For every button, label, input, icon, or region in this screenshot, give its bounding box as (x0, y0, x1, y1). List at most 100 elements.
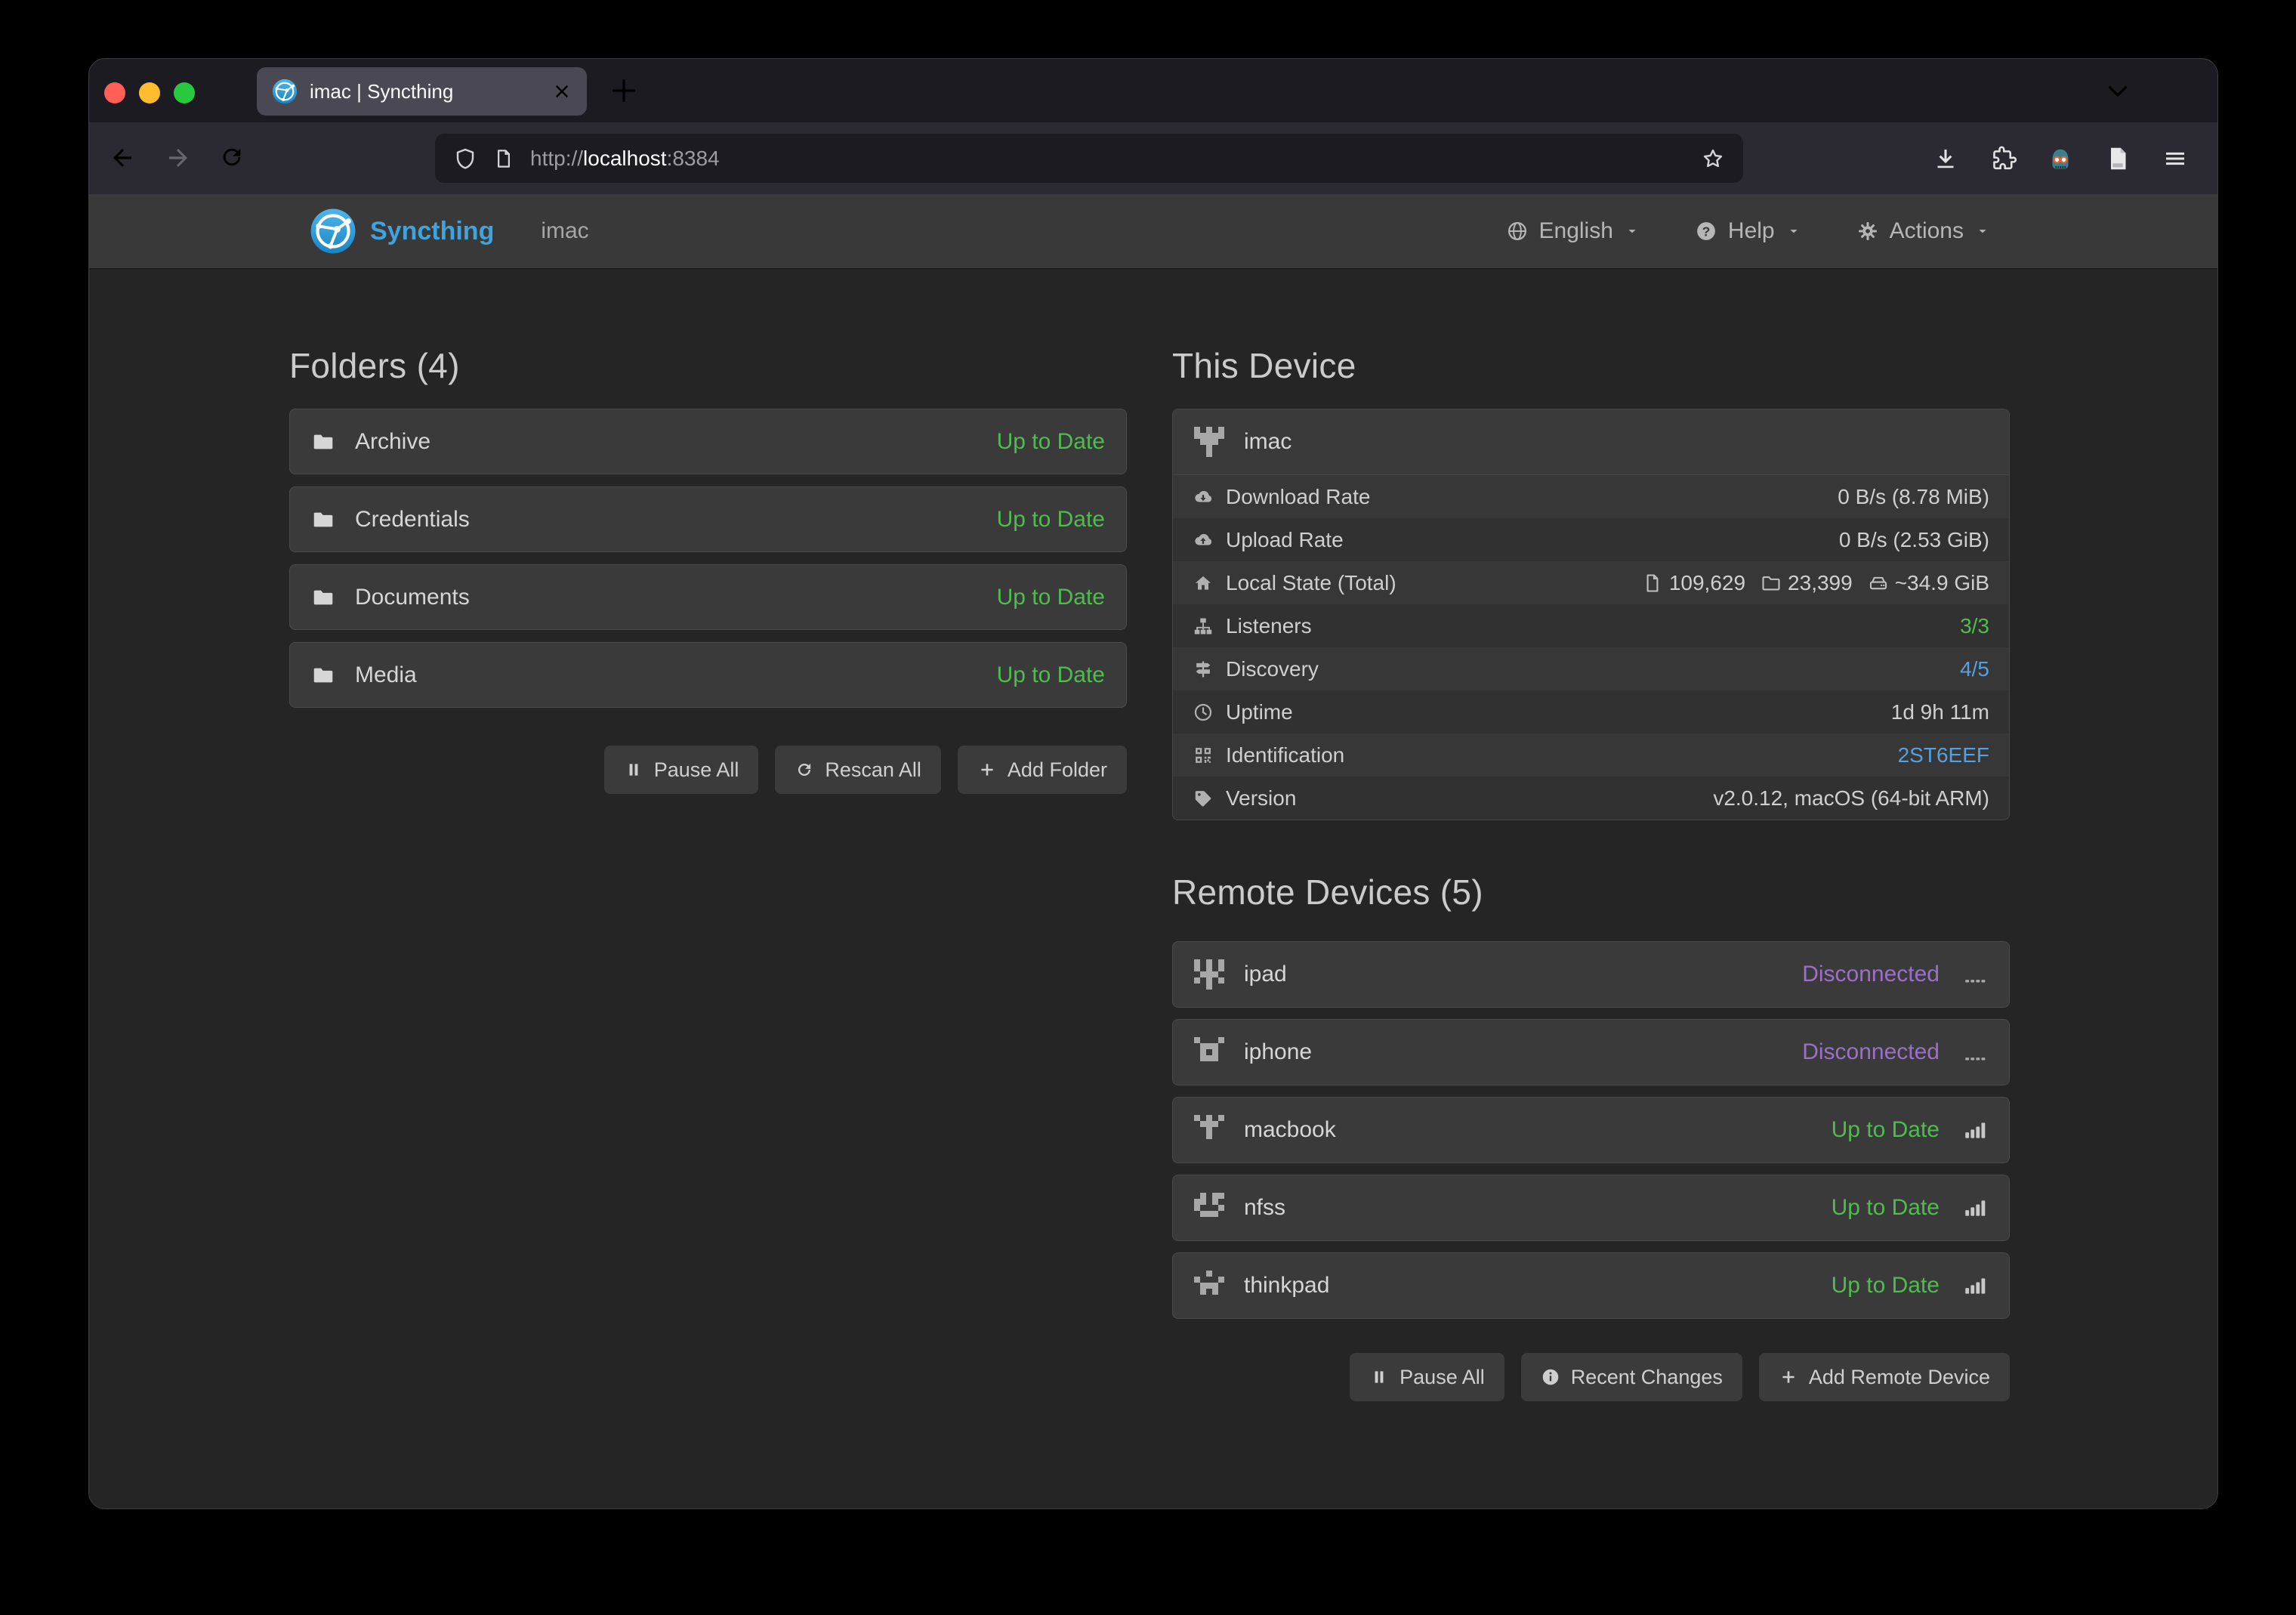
device-status-badge: Disconnected (1802, 1039, 1940, 1065)
stat-value[interactable]: 4/5 (1960, 657, 1989, 681)
stat-value[interactable]: 3/3 (1960, 614, 1989, 638)
syncthing-favicon (272, 79, 298, 104)
recent-changes-button[interactable]: Recent Changes (1521, 1353, 1742, 1401)
tracking-protection-shield-icon[interactable] (453, 147, 477, 171)
bookmark-star-icon[interactable] (1701, 147, 1725, 171)
folder-outline-icon (1761, 573, 1782, 594)
downloads-icon[interactable] (1932, 145, 1959, 172)
cloud-up-icon (1193, 530, 1214, 551)
syncthing-brand[interactable]: Syncthing (310, 208, 494, 255)
device-name: iphone (1244, 1039, 1312, 1065)
dashboard: Folders (4) ArchiveUp to DateCredentials… (89, 270, 2217, 1401)
brand-name: Syncthing (370, 217, 494, 246)
extensions-icon[interactable] (1989, 145, 2017, 172)
address-bar[interactable]: http://localhost:8384 (435, 134, 1743, 183)
this-device-table: Download Rate0 B/s (8.78 MiB)Upload Rate… (1173, 475, 2009, 820)
drive-icon (1868, 573, 1889, 594)
rescan-icon (795, 760, 814, 780)
caret-down-icon (1974, 223, 1991, 239)
stat-segment-text: 23,399 (1788, 571, 1853, 595)
close-window-button[interactable] (104, 82, 125, 103)
remote-device-row-ipad[interactable]: ipadDisconnected (1172, 941, 2010, 1008)
home-icon (1193, 573, 1214, 594)
qr-icon (1193, 745, 1214, 766)
browser-toolbar: http://localhost:8384 (89, 122, 2217, 194)
extension-mascot-icon[interactable] (2047, 145, 2074, 172)
menu-language[interactable]: English (1506, 218, 1640, 244)
this-device-name: imac (1244, 429, 1292, 455)
remote-device-row-nfss[interactable]: nfssUp to Date (1172, 1175, 2010, 1241)
device-name: macbook (1244, 1117, 1336, 1143)
recent-changes-label: Recent Changes (1571, 1366, 1723, 1389)
tab-close-icon[interactable] (552, 82, 572, 101)
stat-segment-text: 109,629 (1669, 571, 1745, 595)
folder-row-archive[interactable]: ArchiveUp to Date (289, 409, 1127, 474)
plus-icon (1779, 1367, 1798, 1387)
pause-all-devices-button[interactable]: Pause All (1350, 1353, 1504, 1401)
browser-window: imac | Syncthing http://localhost:8384 (88, 58, 2218, 1509)
stat-label: Listeners (1193, 614, 1312, 638)
cloud-down-icon (1193, 486, 1214, 508)
zoom-window-button[interactable] (174, 82, 195, 103)
remote-device-row-thinkpad[interactable]: thinkpadUp to Date (1172, 1252, 2010, 1319)
signpost-icon (1193, 659, 1214, 680)
stat-value: v2.0.12, macOS (64-bit ARM) (1713, 786, 1989, 811)
back-button[interactable] (109, 144, 136, 171)
stat-label-text: Upload Rate (1226, 528, 1344, 552)
remote-devices-actions: Pause All Recent Changes Add Remote Device (1172, 1353, 2010, 1401)
folder-icon (311, 663, 335, 687)
device-status-badge: Up to Date (1832, 1195, 1940, 1221)
reload-button[interactable] (219, 144, 245, 170)
folder-name: Media (355, 662, 417, 688)
reader-document-icon[interactable] (2104, 145, 2131, 172)
pause-all-folders-button[interactable]: Pause All (604, 746, 759, 794)
list-all-tabs-icon[interactable] (2104, 77, 2131, 104)
minimize-window-button[interactable] (139, 82, 160, 103)
tag-icon (1193, 788, 1214, 809)
menu-actions[interactable]: Actions (1856, 218, 1991, 244)
toolbar-icons (1932, 122, 2189, 194)
device-identicon (1194, 959, 1224, 990)
navbar-device-name: imac (541, 218, 588, 244)
add-folder-button[interactable]: Add Folder (958, 746, 1127, 794)
device-stat-local-state-total: Local State (Total) 109,629 23,399 ~34.9 Gi… (1173, 561, 2009, 604)
rescan-all-button[interactable]: Rescan All (775, 746, 941, 794)
remote-device-row-macbook[interactable]: macbookUp to Date (1172, 1097, 2010, 1163)
forward-button[interactable] (165, 144, 192, 171)
stat-label-text: Uptime (1226, 700, 1293, 724)
folder-status-badge: Up to Date (997, 429, 1105, 455)
caret-down-icon (1624, 223, 1640, 239)
plus-icon (977, 760, 997, 780)
signal-none-icon (1962, 1039, 1988, 1065)
this-device-header[interactable]: imac (1173, 409, 2009, 475)
tab-title: imac | Syncthing (310, 80, 540, 103)
pause-icon (1369, 1367, 1389, 1387)
remote-device-row-iphone[interactable]: iphone Disconnected (1172, 1019, 2010, 1085)
stat-label: Version (1193, 786, 1296, 811)
device-stat-discovery: Discovery4/5 (1173, 647, 2009, 690)
add-remote-device-button[interactable]: Add Remote Device (1759, 1353, 2010, 1401)
tab-strip: imac | Syncthing (89, 59, 2217, 122)
stat-value: 1d 9h 11m (1891, 700, 1989, 724)
stat-value[interactable]: 2ST6EEF (1898, 743, 1989, 767)
this-device-heading: This Device (1172, 342, 2010, 389)
device-stat-upload-rate: Upload Rate0 B/s (2.53 GiB) (1173, 518, 2009, 561)
stat-segment-text: ~34.9 GiB (1895, 571, 1989, 595)
new-tab-button[interactable] (609, 76, 639, 106)
folder-row-credentials[interactable]: Credentials Up to Date (289, 486, 1127, 552)
folder-row-media[interactable]: MediaUp to Date (289, 642, 1127, 708)
folder-name: Credentials (355, 507, 470, 533)
device-stat-uptime: Uptime 1d 9h 11m (1173, 690, 2009, 733)
rescan-all-label: Rescan All (825, 758, 921, 782)
site-info-icon[interactable] (492, 147, 515, 170)
stat-label-text: Local State (Total) (1226, 571, 1396, 595)
menu-icon[interactable] (2162, 145, 2189, 172)
url-text: http://localhost:8384 (530, 147, 720, 171)
menu-help[interactable]: ?Help (1695, 218, 1802, 244)
device-name: thinkpad (1244, 1273, 1329, 1298)
stat-label: Uptime (1193, 700, 1293, 724)
browser-tab[interactable]: imac | Syncthing (257, 67, 587, 116)
remote-devices-list: ipadDisconnected iphone Disconnected macboo… (1172, 941, 2010, 1319)
folder-row-documents[interactable]: DocumentsUp to Date (289, 564, 1127, 630)
folder-status-badge: Up to Date (997, 507, 1105, 533)
